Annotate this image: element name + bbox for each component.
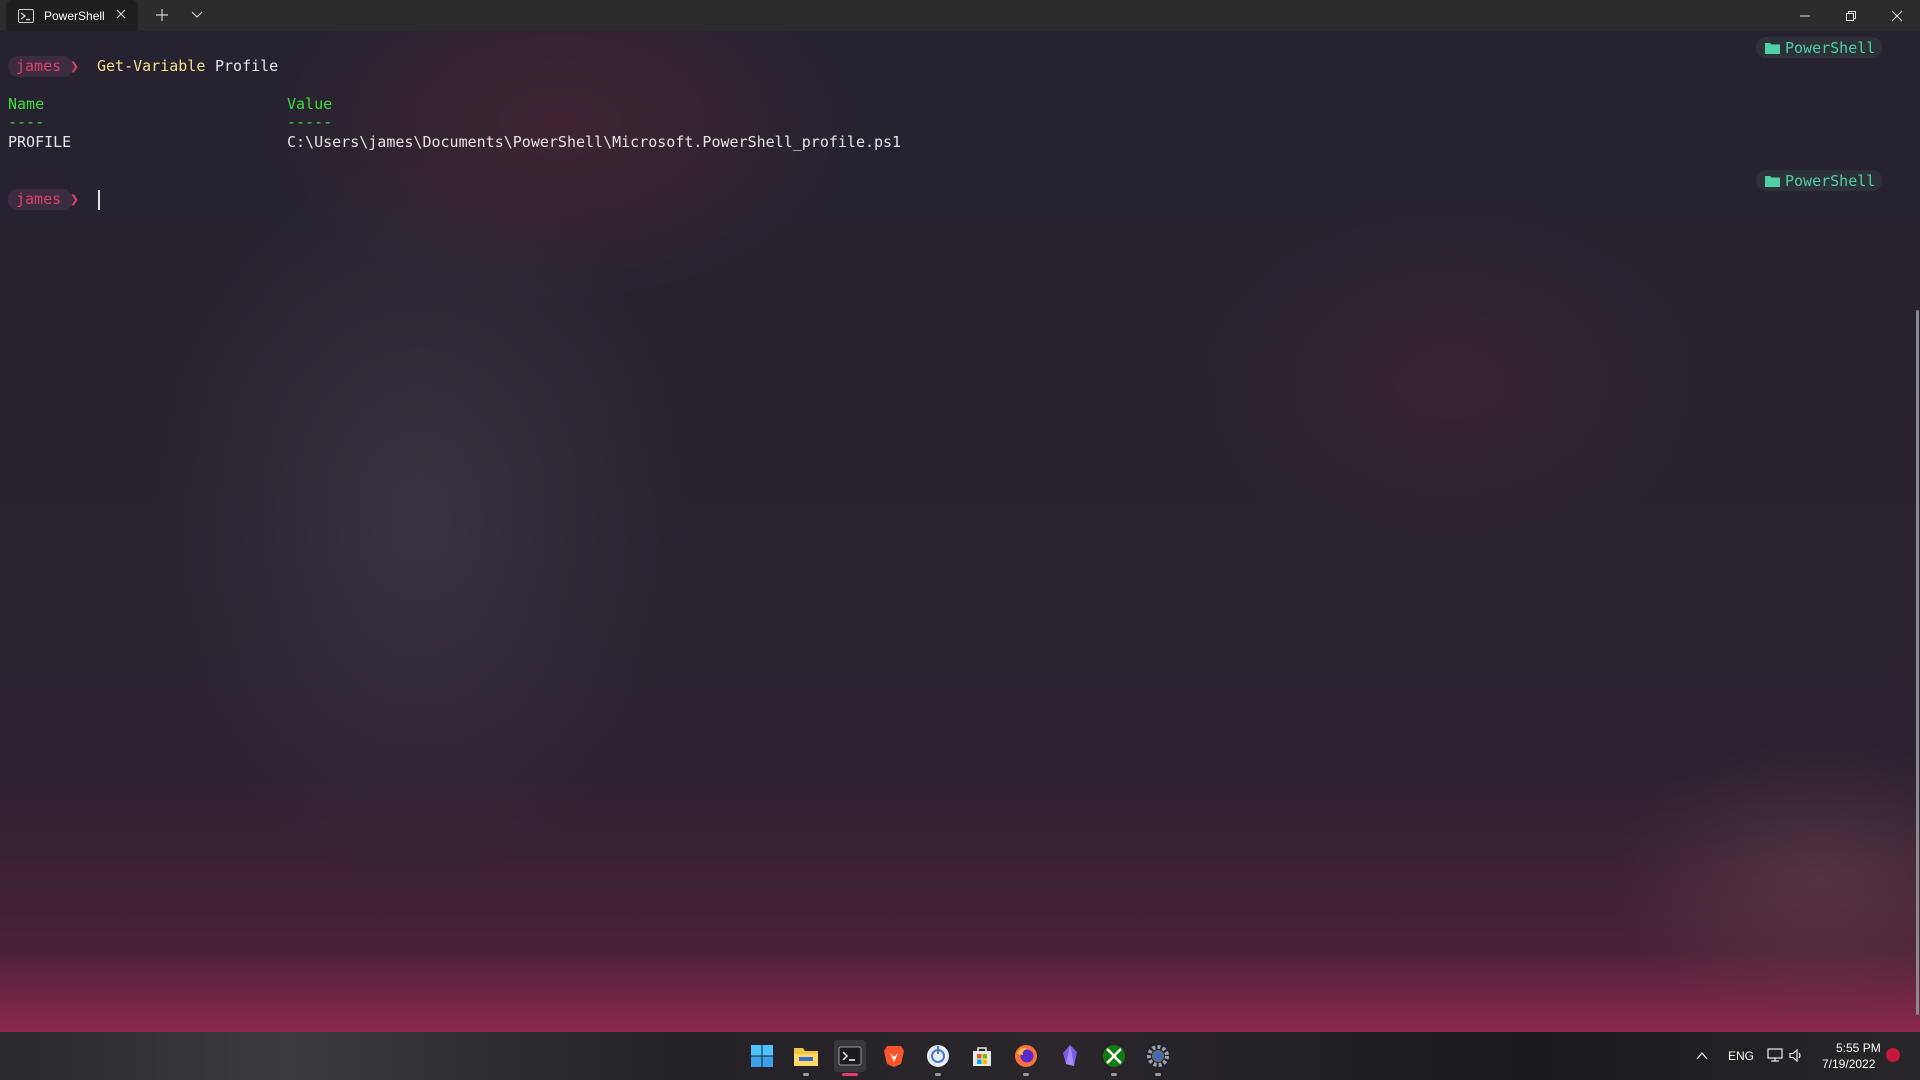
gear-icon [1147,1045,1169,1067]
restore-icon [1846,10,1856,21]
tab-title: PowerShell [44,8,105,23]
command-name: Get-Variable [97,57,206,75]
header-value: Value [287,95,333,113]
close-icon [1891,10,1903,21]
running-indicator [803,1073,809,1076]
powershell-icon [18,8,34,23]
brave-icon [884,1046,904,1067]
settings-button[interactable] [1142,1040,1174,1076]
active-indicator [842,1073,858,1076]
tab-powershell[interactable]: PowerShell [6,0,138,31]
firefox-button[interactable] [1010,1040,1042,1076]
store-icon [973,1047,991,1066]
running-indicator [1023,1073,1029,1076]
running-indicator [1155,1073,1161,1076]
prompt-arrow: ❯ [70,190,80,208]
windows-start-icon [751,1045,773,1067]
new-tab-icon[interactable] [154,7,170,23]
folder-icon [794,1048,818,1066]
terminal-icon [838,1046,862,1066]
command-argument: Profile [215,57,279,75]
prompt-user: james [8,189,68,210]
badge-label: PowerShell [1785,38,1876,57]
prompt-segment: james [8,56,78,77]
prompt-arrow: ❯ [70,57,80,75]
header-name: Name [8,95,45,113]
clock-date[interactable]: 7/19/2022 [1822,1057,1875,1071]
xbox-button[interactable] [1098,1040,1130,1076]
firefox-icon [1015,1045,1037,1067]
brave-browser-button[interactable] [878,1040,910,1072]
header-value-underline: ----- [287,113,333,131]
circle-app-button[interactable] [922,1040,954,1076]
language-indicator[interactable]: ENG [1728,1049,1754,1063]
prompt-user: james [8,56,68,77]
title-bar: PowerShell [0,0,1920,31]
restore-button[interactable] [1828,0,1874,31]
folder-icon [1765,42,1780,54]
scrollbar[interactable] [1916,310,1919,1015]
app-circle-icon [927,1045,949,1067]
folder-icon [1765,175,1780,187]
network-icon[interactable] [1767,1048,1783,1062]
desktop-background [0,0,1920,1032]
running-indicator [935,1073,941,1076]
prompt-segment: james [8,189,78,210]
notification-icon[interactable] [1886,1048,1900,1062]
header-name-underline: ---- [8,113,45,131]
row-name: PROFILE [8,133,72,151]
volume-icon[interactable] [1789,1049,1803,1062]
xbox-icon [1103,1045,1125,1067]
row-value: C:\Users\james\Documents\PowerShell\Micr… [287,133,902,151]
chevron-up-icon[interactable] [1696,1051,1708,1061]
chevron-down-icon[interactable] [190,9,204,21]
obsidian-icon [1063,1045,1077,1066]
minimize-icon [1800,15,1810,16]
taskbar [0,1032,1920,1080]
start-button[interactable] [746,1040,778,1072]
path-badge: PowerShell [1756,170,1882,191]
path-badge: PowerShell [1756,37,1882,58]
file-explorer-button[interactable] [790,1040,822,1076]
microsoft-store-button[interactable] [966,1040,998,1072]
running-indicator [1111,1073,1117,1076]
text-cursor[interactable] [98,190,100,210]
clock-time[interactable]: 5:55 PM [1836,1041,1881,1055]
obsidian-button[interactable] [1054,1040,1086,1072]
close-window-button[interactable] [1874,0,1920,31]
close-tab-icon[interactable] [114,7,128,21]
terminal-button[interactable] [834,1040,866,1076]
badge-label: PowerShell [1785,171,1876,190]
minimize-button[interactable] [1782,0,1828,31]
